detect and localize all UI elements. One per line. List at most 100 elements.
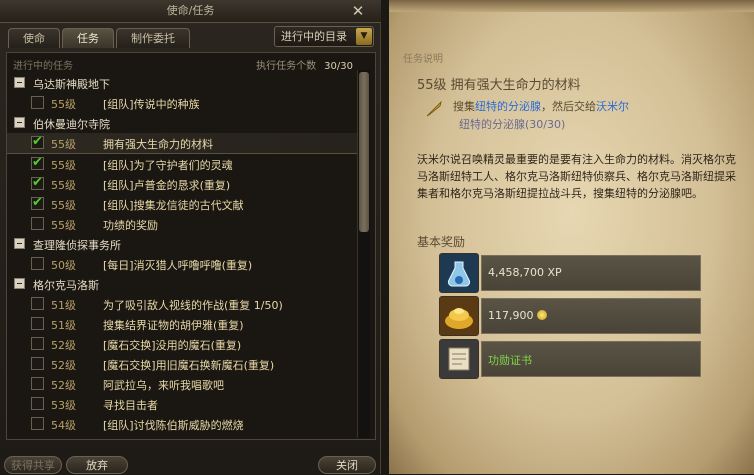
reward-gold-value: 117,900 — [488, 309, 534, 322]
quest-level: 55级 — [51, 179, 76, 192]
objective-item-link[interactable]: 纽特的分泌腺 — [475, 100, 541, 113]
filter-dropdown[interactable]: 进行中的目录 ▼ — [274, 26, 374, 47]
quest-level: 55级 — [51, 98, 76, 111]
quest-row[interactable]: 54级 [组队]讨伐陈伯斯威胁的燃烧 — [7, 414, 359, 434]
quest-name: 阿武拉乌，来听我唱歌吧 — [103, 379, 224, 392]
quest-name: [组队]搜集龙信徒的古代文献 — [103, 199, 244, 212]
track-checkbox[interactable] — [31, 317, 44, 330]
quest-description: 沃米尔说召唤精灵最重要的是要有注入生命力的材料。消灭格尔克马洛斯纽特工人、格尔克… — [417, 153, 736, 200]
quest-list: 进行中的任务 执行任务个数 30/30 乌达斯神殿地下 55级 [组队]传说中的种族伯… — [6, 52, 376, 440]
detail-section-label: 任务说明 — [403, 54, 443, 65]
quest-name: 搜集结界证物的胡伊雅(重复) — [103, 319, 244, 332]
collapse-icon[interactable] — [14, 77, 25, 88]
quest-row[interactable]: 53级 寻找目击者 — [7, 394, 359, 414]
window-titlebar[interactable]: 使命/任务 ✕ — [0, 0, 381, 23]
quest-row[interactable]: 52级 [魔石交换]用旧魔石换新魔石(重复) — [7, 354, 359, 374]
scrollbar-thumb[interactable] — [359, 72, 369, 232]
tab-bar: 使命 任务 制作委托 — [8, 28, 190, 48]
track-checkbox[interactable] — [31, 397, 44, 410]
quest-row[interactable]: 51级 搜集结界证物的胡伊雅(重复) — [7, 314, 359, 334]
quest-level: 52级 — [51, 379, 76, 392]
track-checkbox[interactable] — [31, 337, 44, 350]
quest-row[interactable]: 55级 功绩的奖励 — [7, 214, 359, 234]
collapse-icon[interactable] — [14, 117, 25, 128]
quest-level: 50级 — [51, 259, 76, 272]
quill-icon — [426, 100, 442, 117]
quest-name: [魔石交换]没用的魔石(重复) — [103, 339, 242, 352]
track-checkbox[interactable] — [31, 297, 44, 310]
quest-name: 为了吸引敌人视线的作战(重复 1/50) — [103, 299, 283, 312]
quest-level: 54级 — [51, 419, 76, 432]
category-name: 查理隆侦探事务所 — [33, 239, 121, 252]
track-checkbox[interactable] — [31, 175, 44, 190]
category-name: 格尔克马洛斯 — [33, 279, 99, 292]
quest-name: [组队]卢普金的恳求(重复) — [103, 179, 231, 192]
category-header[interactable]: 查理隆侦探事务所 — [7, 234, 359, 254]
reward-xp-bar: 4,458,700 XP — [481, 255, 701, 291]
quest-name: [组队]传说中的种族 — [103, 98, 200, 111]
quest-objective: 搜集纽特的分泌腺，然后交给沃米尔 — [453, 98, 629, 114]
scroll-icon[interactable] — [439, 339, 479, 379]
category-header[interactable]: 伯休曼迪尔寺院 — [7, 113, 359, 133]
quest-level: 51级 — [51, 319, 76, 332]
reward-label: 基本奖励 — [417, 235, 466, 249]
category-header[interactable]: 格尔克马洛斯 — [7, 274, 359, 294]
quest-level: 55级 — [51, 219, 76, 232]
track-checkbox[interactable] — [31, 134, 44, 149]
track-checkbox[interactable] — [31, 96, 44, 109]
quest-row[interactable]: 55级 [组队]卢普金的恳求(重复) — [7, 174, 359, 194]
close-icon[interactable]: ✕ — [349, 1, 367, 21]
objective-text-2: ，然后交给 — [541, 100, 596, 113]
quest-name: [组队]讨伐陈伯斯威胁的燃烧 — [103, 419, 244, 432]
quest-name: 寻找目击者 — [103, 399, 158, 412]
quest-row[interactable]: 52级 阿武拉乌，来听我唱歌吧 — [7, 374, 359, 394]
list-scrollbar[interactable] — [357, 70, 370, 438]
collapse-icon[interactable] — [14, 278, 25, 289]
quest-row[interactable]: 52级 [魔石交换]没用的魔石(重复) — [7, 334, 359, 354]
track-checkbox[interactable] — [31, 195, 44, 210]
objective-text-1: 搜集 — [453, 100, 475, 113]
window-title: 使命/任务 — [166, 4, 215, 17]
quest-row[interactable]: 55级 [组队]传说中的种族 — [7, 93, 359, 113]
quest-level: 55级 — [51, 159, 76, 172]
tab-mission[interactable]: 使命 — [8, 28, 60, 48]
potion-icon[interactable] — [439, 253, 479, 293]
scroll-top-edge — [389, 0, 754, 12]
tab-quest[interactable]: 任务 — [62, 28, 114, 48]
quest-name: 拥有强大生命力的材料 — [103, 138, 213, 151]
track-checkbox[interactable] — [31, 155, 44, 170]
quest-count-value: 30/30 — [324, 61, 353, 72]
track-checkbox[interactable] — [31, 417, 44, 430]
reward-xp-value: 4,458,700 XP — [488, 266, 562, 279]
abandon-button[interactable]: 放弃 — [66, 456, 128, 474]
objective-npc-link[interactable]: 沃米尔 — [596, 100, 629, 113]
gold-pile-icon[interactable] — [439, 296, 479, 336]
track-checkbox[interactable] — [31, 217, 44, 230]
quest-window: 使命/任务 ✕ 使命 任务 制作委托 进行中的目录 ▼ 进行中的任务 执行任务个… — [0, 0, 381, 474]
quest-level: 51级 — [51, 299, 76, 312]
collapse-icon[interactable] — [14, 238, 25, 249]
quest-count-label: 执行任务个数 — [256, 61, 317, 72]
quest-detail-panel: 任务说明 55级 拥有强大生命力的材料 搜集纽特的分泌腺，然后交给沃米尔 纽特的… — [389, 0, 754, 474]
chevron-down-icon[interactable]: ▼ — [356, 28, 372, 45]
reward-certificate-value: 功勋证书 — [488, 354, 532, 367]
tab-crafting-order[interactable]: 制作委托 — [116, 28, 190, 48]
quest-row[interactable]: 50级 [每日]消灭猎人呼噜呼噜(重复) — [7, 254, 359, 274]
quest-title: 55级 拥有强大生命力的材料 — [417, 78, 581, 93]
coin-icon — [536, 310, 547, 320]
category-header[interactable]: 乌达斯神殿地下 — [7, 73, 359, 93]
quest-name: [组队]为了守护者们的灵魂 — [103, 159, 233, 172]
list-header: 进行中的任务 执行任务个数 30/30 — [7, 53, 359, 73]
quest-name: 功绩的奖励 — [103, 219, 158, 232]
close-button[interactable]: 关闭 — [318, 456, 376, 474]
quest-count: 执行任务个数 30/30 — [256, 57, 353, 72]
quest-row[interactable]: 55级 [组队]搜集龙信徒的古代文献 — [7, 194, 359, 214]
track-checkbox[interactable] — [31, 257, 44, 270]
reward-gold: 117,900 — [488, 309, 547, 322]
quest-row[interactable]: 55级 [组队]为了守护者们的灵魂 — [7, 154, 359, 174]
track-checkbox[interactable] — [31, 377, 44, 390]
quest-row[interactable]: 55级 拥有强大生命力的材料 — [7, 133, 359, 154]
quest-row[interactable]: 51级 为了吸引敌人视线的作战(重复 1/50) — [7, 294, 359, 314]
track-checkbox[interactable] — [31, 357, 44, 370]
share-button[interactable]: 获得共享 — [4, 456, 62, 474]
